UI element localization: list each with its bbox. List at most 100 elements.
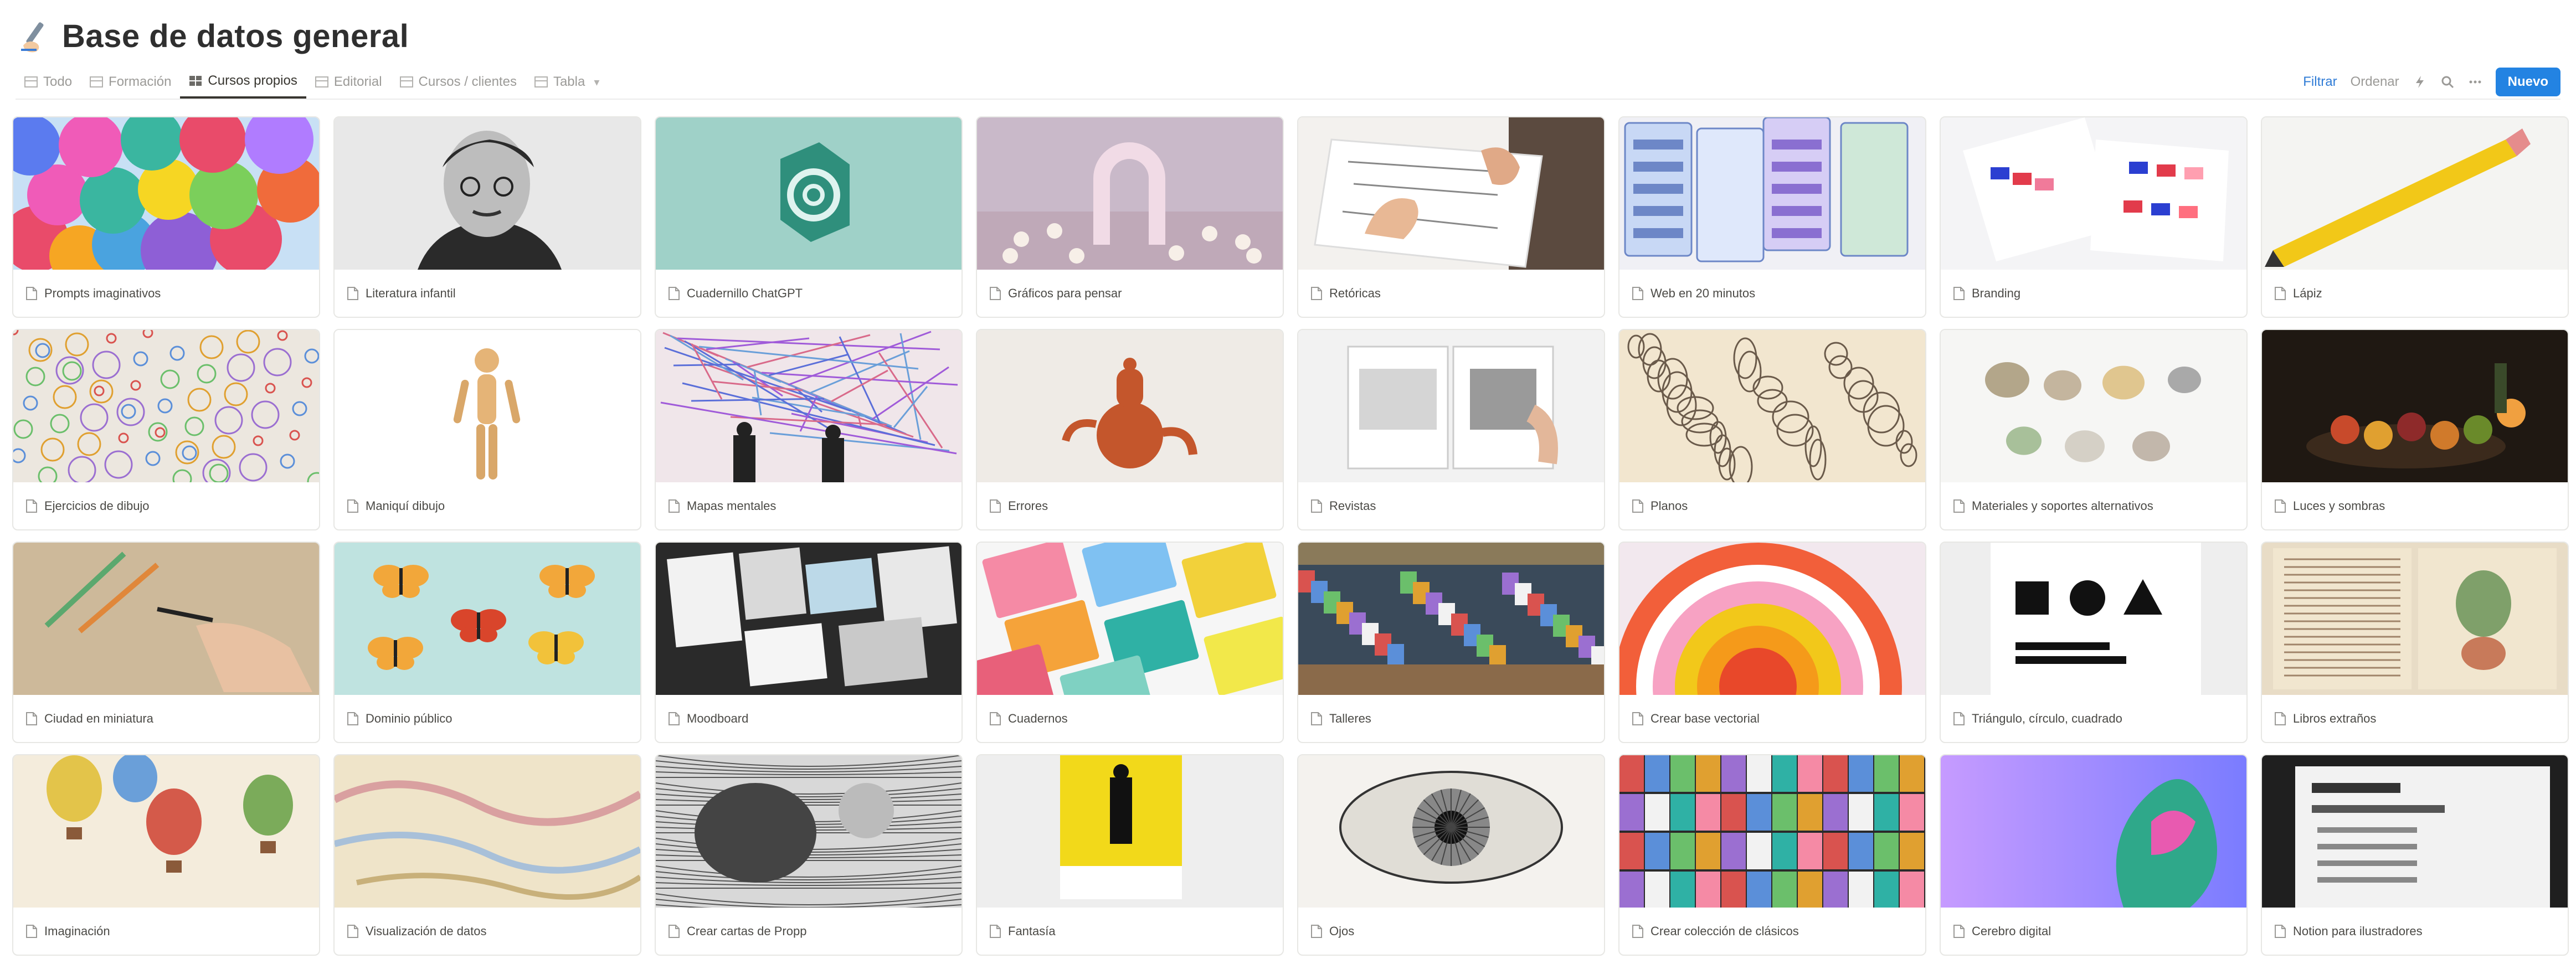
gallery-card[interactable]: Planos [1618, 329, 1926, 530]
card-caption: Cerebro digital [1941, 908, 2246, 955]
card-title: Cerebro digital [1972, 924, 2051, 938]
card-title: Libros extraños [2293, 711, 2377, 725]
card-caption: Luces y sombras [2262, 482, 2568, 529]
card-title: Triángulo, círculo, cuadrado [1972, 711, 2122, 725]
page-icon [347, 286, 359, 301]
gallery-card[interactable]: Cerebro digital [1940, 754, 2248, 956]
gallery-card[interactable]: Prompts imaginativos [12, 116, 320, 318]
card-caption: Crear base vectorial [1619, 695, 1925, 742]
card-title: Cuadernos [1008, 711, 1068, 725]
gallery-card[interactable]: Web en 20 minutos [1618, 116, 1926, 318]
gallery-card[interactable]: Materiales y soportes alternativos [1940, 329, 2248, 530]
card-cover-image [2262, 330, 2568, 482]
page-icon [1310, 924, 1323, 939]
gallery-card[interactable]: Luces y sombras [2261, 329, 2569, 530]
gallery-card[interactable]: Revistas [1297, 329, 1605, 530]
tab-label: Cursos propios [208, 73, 297, 88]
new-button[interactable]: Nuevo [2495, 68, 2560, 96]
gallery-card[interactable]: Ojos [1297, 754, 1605, 956]
card-cover-image [656, 330, 961, 482]
more-icon[interactable] [2468, 75, 2482, 89]
page-icon [1310, 712, 1323, 726]
gallery-card[interactable]: Maniquí dibujo [333, 329, 641, 530]
gallery-card[interactable]: Ejercicios de dibujo [12, 329, 320, 530]
card-title: Planos [1651, 498, 1688, 513]
card-cover-image [1619, 330, 1925, 482]
card-cover-image [1298, 117, 1604, 270]
page-icon [2274, 286, 2286, 301]
gallery-card[interactable]: Crear colección de clásicos [1618, 754, 1926, 956]
card-cover-image [977, 543, 1283, 695]
card-caption: Ojos [1298, 908, 1604, 955]
tab-label: Cursos / clientes [418, 74, 517, 89]
tab-cursos-propios[interactable]: Cursos propios [180, 65, 306, 99]
filter-button[interactable]: Filtrar [2303, 74, 2337, 90]
gallery-card[interactable]: Cuadernos [976, 542, 1284, 743]
card-title: Crear base vectorial [1651, 711, 1760, 725]
card-caption: Imaginación [13, 908, 319, 955]
gallery-card[interactable]: Moodboard [655, 542, 963, 743]
gallery-card[interactable]: Visualización de datos [333, 754, 641, 956]
tab-label: Formación [109, 74, 172, 89]
gallery-card[interactable]: Crear cartas de Propp [655, 754, 963, 956]
card-cover-image [977, 755, 1283, 908]
gallery-card[interactable]: Branding [1940, 116, 2248, 318]
table-icon [534, 76, 548, 88]
tab-todo[interactable]: Todo [16, 65, 81, 99]
card-cover-image [2262, 117, 2568, 270]
card-cover-image [13, 117, 319, 270]
card-title: Web en 20 minutos [1651, 286, 1756, 300]
gallery-card[interactable]: Fantasía [976, 754, 1284, 956]
gallery-card[interactable]: Cuadernillo ChatGPT [655, 116, 963, 318]
card-cover-image [335, 330, 640, 482]
card-title: Crear cartas de Propp [687, 924, 807, 938]
gallery-card[interactable]: Libros extraños [2261, 542, 2569, 743]
gallery-card[interactable]: Errores [976, 329, 1284, 530]
card-cover-image [1298, 755, 1604, 908]
card-cover-image [656, 755, 961, 908]
page-icon [25, 286, 38, 301]
card-cover-image [13, 543, 319, 695]
card-cover-image [335, 543, 640, 695]
gallery-card[interactable]: Talleres [1297, 542, 1605, 743]
tab-cursos-clientes[interactable]: Cursos / clientes [391, 65, 526, 99]
card-title: Literatura infantil [366, 286, 456, 300]
tab-formacion[interactable]: Formación [81, 65, 180, 99]
lightning-icon[interactable] [2413, 75, 2427, 89]
card-title: Lápiz [2293, 286, 2322, 300]
table-icon [90, 76, 104, 88]
gallery-card[interactable]: Crear base vectorial [1618, 542, 1926, 743]
page-icon [668, 286, 680, 301]
gallery-card[interactable]: Imaginación [12, 754, 320, 956]
chevron-down-icon[interactable]: ▾ [594, 75, 599, 89]
card-cover-image [335, 755, 640, 908]
card-cover-image [1298, 543, 1604, 695]
card-cover-image [1619, 117, 1925, 270]
gallery-card[interactable]: Retóricas [1297, 116, 1605, 318]
gallery-card[interactable]: Lápiz [2261, 116, 2569, 318]
gallery-card[interactable]: Gráficos para pensar [976, 116, 1284, 318]
page-icon [1632, 924, 1644, 939]
card-caption: Crear colección de clásicos [1619, 908, 1925, 955]
card-caption: Maniquí dibujo [335, 482, 640, 529]
card-caption: Lápiz [2262, 270, 2568, 317]
gallery-card[interactable]: Notion para ilustradores [2261, 754, 2569, 956]
card-title: Ejercicios de dibujo [44, 498, 150, 513]
card-cover-image [1298, 330, 1604, 482]
card-caption: Retóricas [1298, 270, 1604, 317]
tab-editorial[interactable]: Editorial [306, 65, 391, 99]
sort-button[interactable]: Ordenar [2351, 74, 2399, 90]
page-icon [347, 712, 359, 726]
gallery-card[interactable]: Mapas mentales [655, 329, 963, 530]
card-title: Errores [1008, 498, 1048, 513]
gallery-card[interactable]: Literatura infantil [333, 116, 641, 318]
card-title: Revistas [1329, 498, 1376, 513]
gallery-card[interactable]: Dominio público [333, 542, 641, 743]
gallery-card[interactable]: Triángulo, círculo, cuadrado [1940, 542, 2248, 743]
tab-tabla[interactable]: Tabla ▾ [526, 65, 608, 99]
gallery-card[interactable]: Ciudad en miniatura [12, 542, 320, 743]
card-title: Branding [1972, 286, 2021, 300]
search-icon[interactable] [2440, 75, 2455, 89]
page-icon [25, 712, 38, 726]
table-icon [24, 76, 38, 88]
